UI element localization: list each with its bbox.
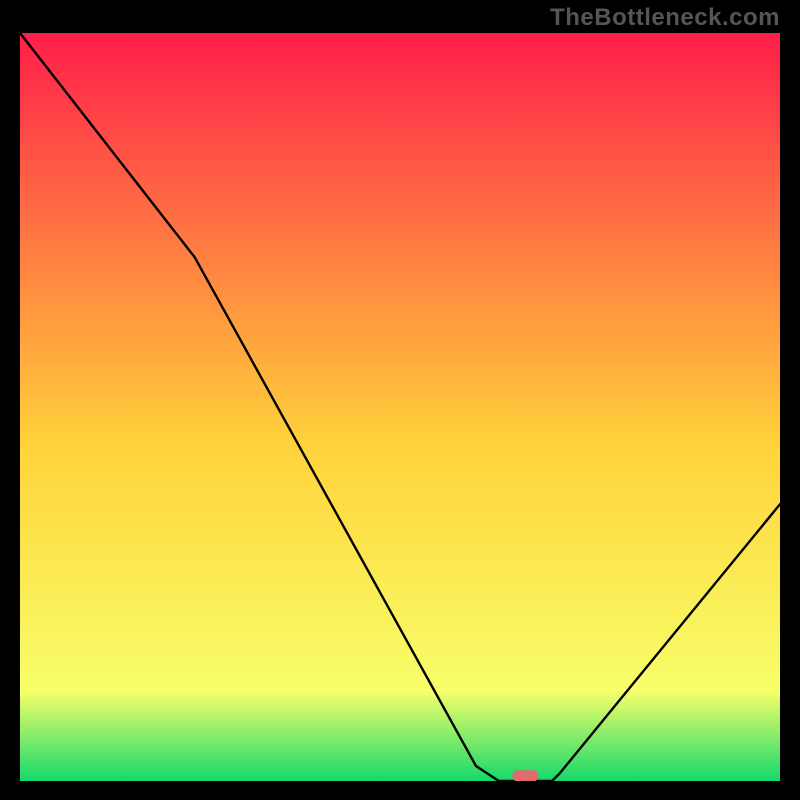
chart-frame: TheBottleneck.com	[0, 0, 800, 800]
bottleneck-chart	[20, 33, 780, 781]
watermark-text: TheBottleneck.com	[550, 4, 780, 32]
optimal-point-marker	[512, 770, 538, 781]
gradient-background	[20, 33, 780, 781]
plot-area	[20, 33, 780, 781]
